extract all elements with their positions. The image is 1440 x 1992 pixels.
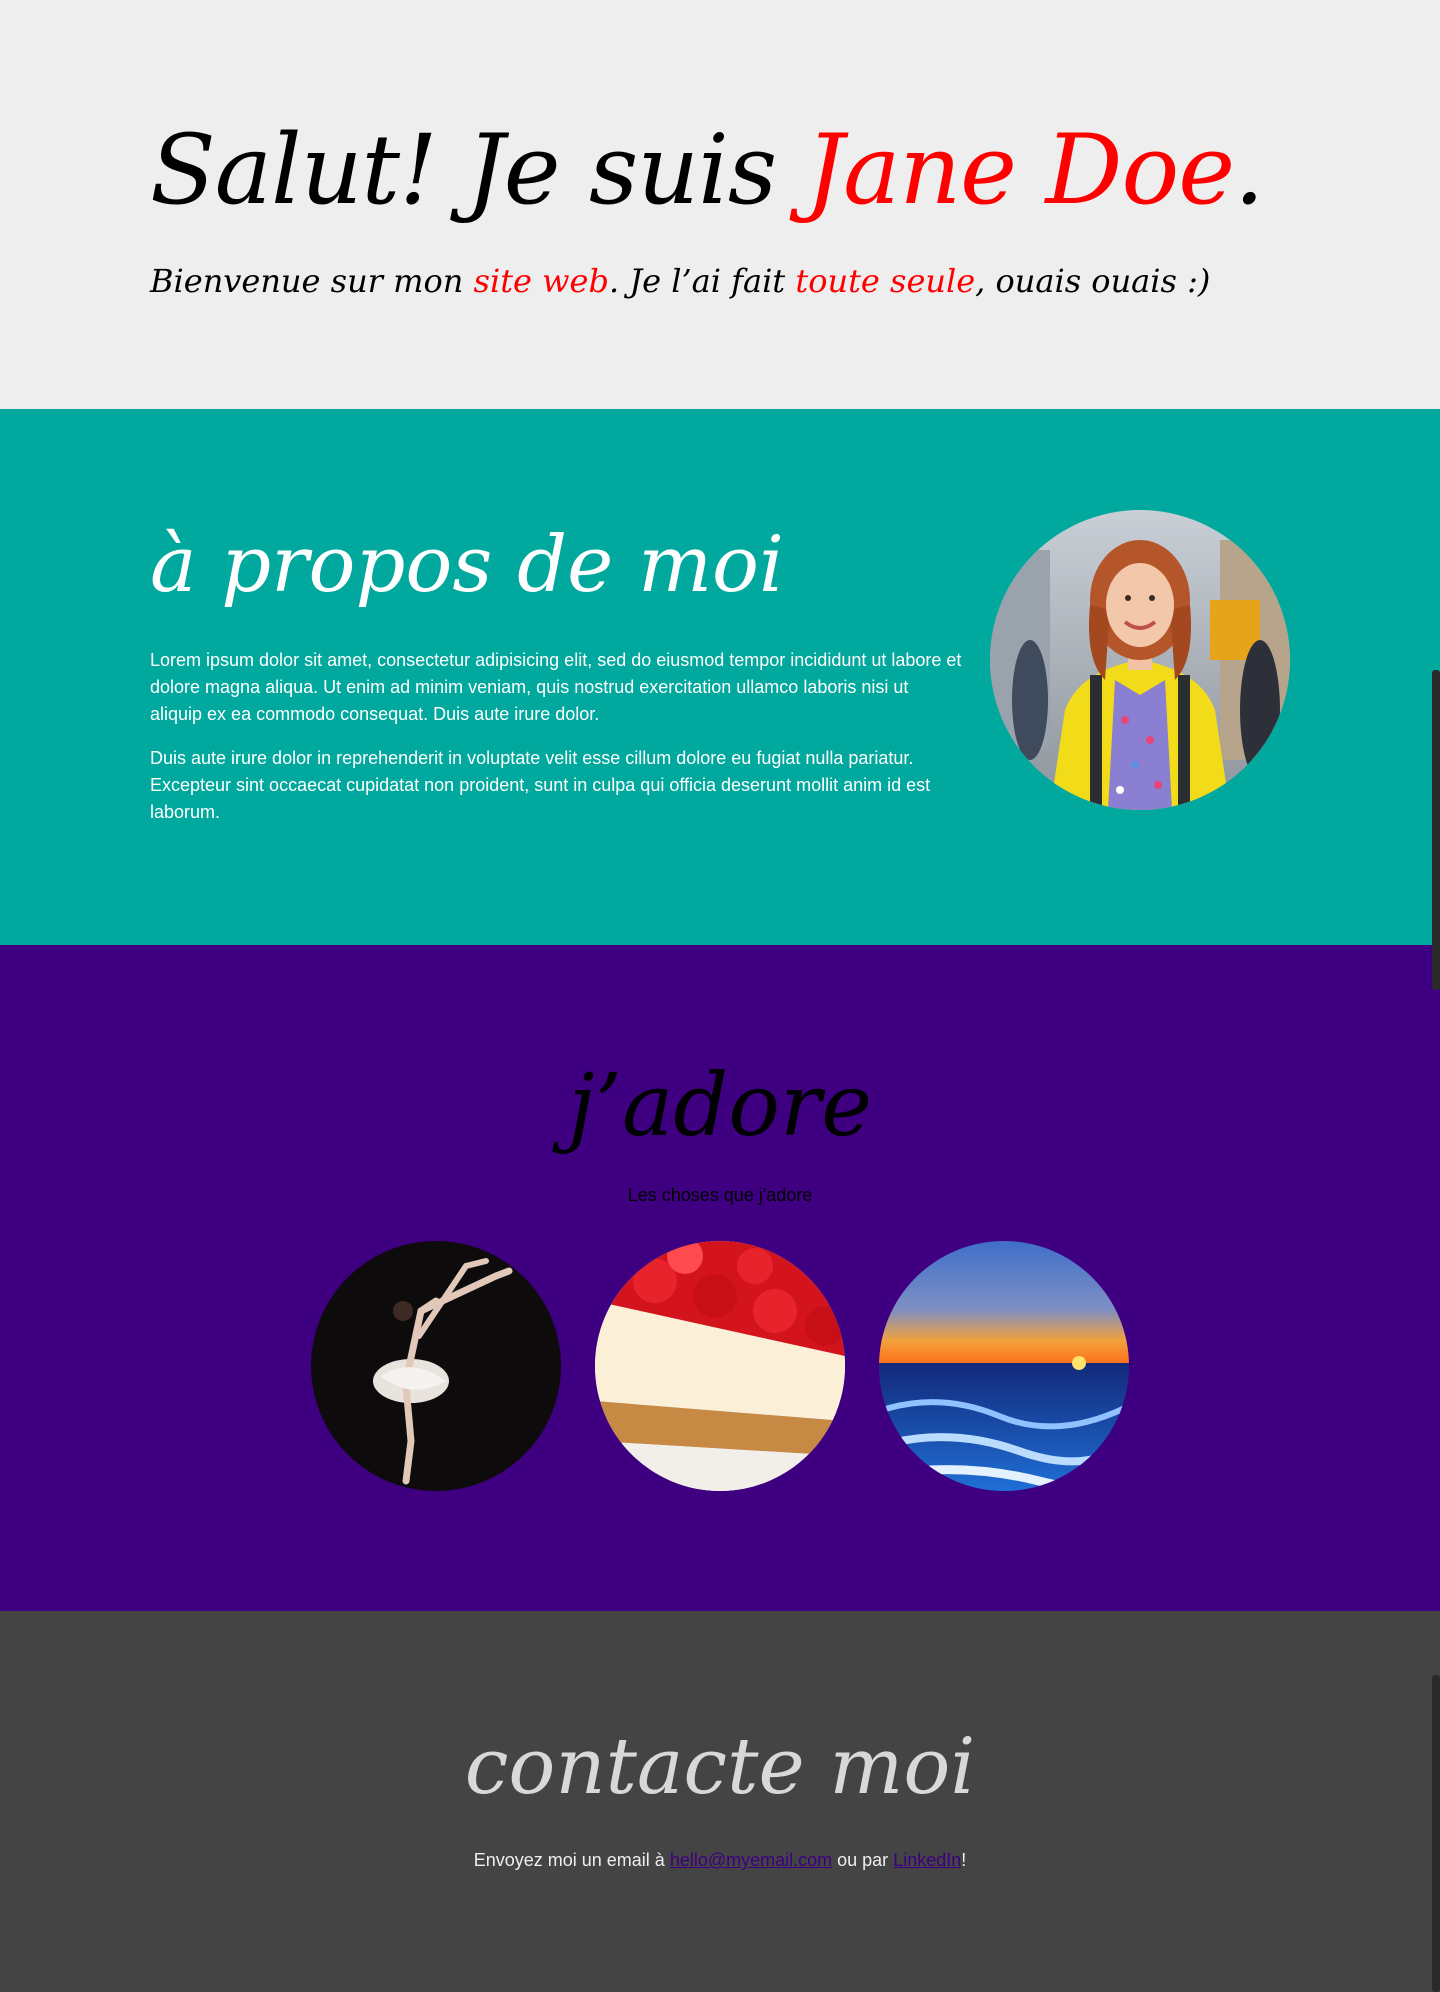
love-ocean-photo <box>879 1241 1129 1491</box>
scrollbar-thumb[interactable] <box>1432 670 1440 990</box>
contact-text-after: ! <box>961 1850 967 1870</box>
hero-title: Salut! Je suis Jane Doe. <box>150 117 1265 224</box>
contact-text: Envoyez moi un email à hello@myemail.com… <box>0 1850 1440 1871</box>
about-section: à propos de moi Lorem ipsum dolor sit am… <box>0 409 1440 945</box>
contact-text-middle: ou par <box>832 1850 894 1870</box>
contact-section: contacte moi Envoyez moi un email à hell… <box>0 1611 1440 1992</box>
loves-section: j’adore Les choses que j'adore <box>0 945 1440 1611</box>
loves-title: j’adore <box>567 1056 873 1156</box>
hero-title-name: Jane Doe <box>805 114 1235 226</box>
ocean-sunset-image <box>879 1241 1129 1491</box>
hero-section: Salut! Je suis Jane Doe. Bienvenue sur m… <box>0 0 1440 409</box>
contact-title: contacte moi <box>464 1722 976 1812</box>
hero-title-prefix: Salut! Je suis <box>150 114 806 226</box>
email-link[interactable]: hello@myemail.com <box>670 1850 832 1870</box>
about-paragraph-2: Duis aute irure dolor in reprehenderit i… <box>150 748 931 822</box>
love-ballet-photo <box>311 1241 561 1491</box>
about-paragraph-1: Lorem ipsum dolor sit amet, consectetur … <box>150 650 962 724</box>
profile-photo <box>990 510 1290 810</box>
scrollbar-track-segment[interactable] <box>1432 1675 1440 1992</box>
hero-sub-part1: Bienvenue sur mon <box>150 262 474 300</box>
hero-sub-part2: . Je l’ai fait <box>608 262 796 300</box>
hero-sub-link-site: site web <box>473 262 609 300</box>
hero-subtitle: Bienvenue sur mon site web. Je l’ai fait… <box>150 262 1210 300</box>
contact-text-before: Envoyez moi un email à <box>473 1850 670 1870</box>
cheesecake-image <box>595 1241 845 1491</box>
profile-photo-image <box>990 510 1290 810</box>
about-title: à propos de moi <box>150 520 784 610</box>
hero-title-suffix: . <box>1234 114 1264 226</box>
hero-sub-link-seule: toute seule <box>795 262 976 300</box>
loves-subtitle: Les choses que j'adore <box>627 1185 813 1205</box>
love-cheesecake-photo <box>595 1241 845 1491</box>
hero-sub-part3: , ouais ouais :) <box>975 262 1211 300</box>
ballet-image <box>311 1241 561 1491</box>
about-text: Lorem ipsum dolor sit amet, consectetur … <box>150 647 965 843</box>
linkedin-link[interactable]: LinkedIn <box>893 1850 961 1870</box>
